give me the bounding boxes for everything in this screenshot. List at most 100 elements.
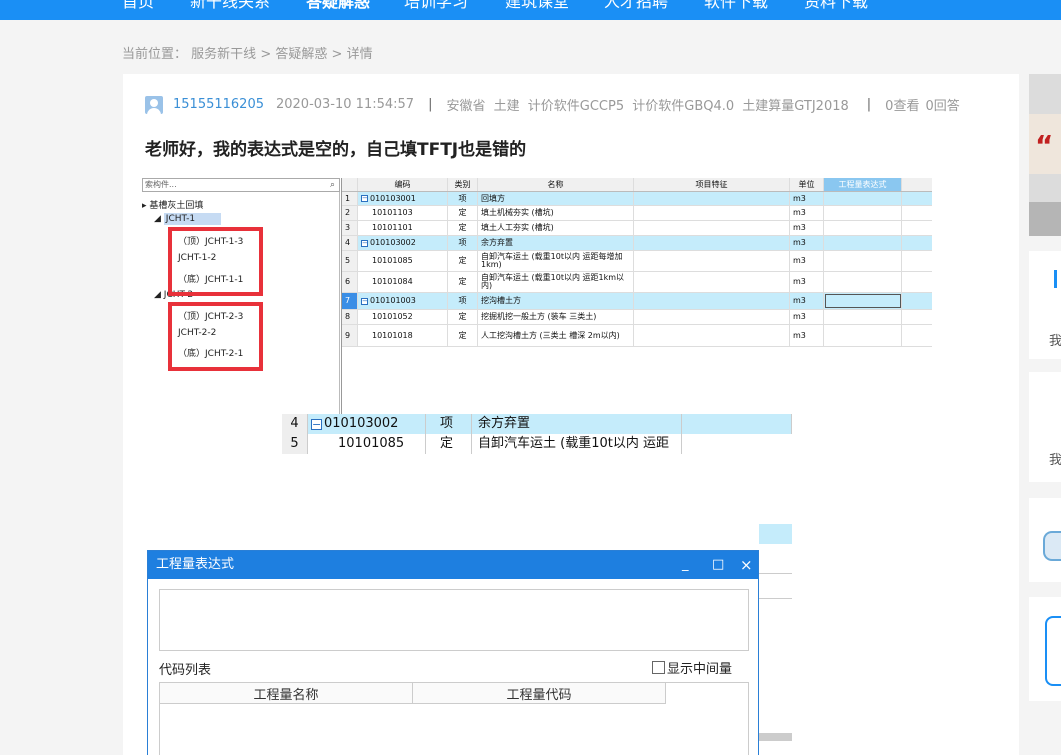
tree-group-1[interactable]: ◢ JCHT-1 — [154, 213, 222, 225]
table-row[interactable]: 6 10101084 定自卸汽车运土 (载重10t以内 运距1km以内) m3 — [342, 272, 932, 293]
breadcrumb-link-service[interactable]: 服务新干线 — [191, 47, 256, 62]
table-row[interactable]: 2 10101103 定填土机械夯实 (槽坑) m3 — [342, 206, 932, 221]
item-type: 定 — [448, 310, 478, 324]
dialog-titlebar[interactable]: 工程量表达式 _ □ × — [148, 551, 758, 579]
item-code: 10101101 — [372, 223, 413, 232]
close-button[interactable]: × — [740, 551, 753, 579]
minimize-button[interactable]: _ — [682, 551, 689, 579]
breadcrumb: 当前位置： 服务新干线 > 答疑解惑 > 详情 — [122, 43, 373, 62]
zoom-type: 定 — [426, 434, 472, 454]
item-unit: m3 — [790, 221, 824, 235]
zoom-name: 自卸汽车运土 (载重10t以内 运距 — [472, 434, 682, 454]
item-expression[interactable] — [824, 251, 902, 271]
col-feature: 项目特征 — [634, 178, 790, 191]
item-type: 定 — [448, 251, 478, 271]
zoom-code: 10101085 — [308, 434, 426, 454]
item-code: 10101018 — [372, 330, 413, 340]
scrollbar[interactable] — [759, 733, 792, 741]
item-code: 10101052 — [372, 312, 413, 321]
tag[interactable]: 土建 — [494, 99, 520, 114]
item-type: 定 — [448, 272, 478, 292]
maximize-button[interactable]: □ — [712, 551, 724, 579]
breadcrumb-link-qa[interactable]: 答疑解惑 — [275, 47, 327, 62]
post-datetime: 2020-03-10 11:54:57 — [275, 97, 415, 112]
item-expression[interactable] — [824, 206, 902, 220]
post-answers: 0回答 — [925, 99, 960, 114]
tree-search-input[interactable]: 索构件... ⌕ — [142, 178, 340, 192]
item-name: 挖掘机挖一般土方 (装车 三类土) — [478, 310, 634, 324]
item-expression[interactable] — [824, 192, 902, 205]
col-unit: 单位 — [790, 178, 824, 191]
breadcrumb-prefix: 当前位置： — [122, 47, 188, 62]
zoom-code-cell: −010103002 — [308, 414, 426, 434]
zoom-highlight-fragment — [759, 524, 792, 544]
tree-root[interactable]: ▸ 基槽灰土回填 — [142, 198, 203, 211]
item-type: 项 — [448, 293, 478, 309]
sidebar-card-icon — [1045, 616, 1061, 686]
nav-item-home[interactable]: 首页 — [122, 0, 154, 12]
item-expression[interactable] — [824, 272, 902, 292]
col-type: 类别 — [448, 178, 478, 191]
highlight-box — [168, 302, 263, 371]
col-quantity-name: 工程量名称 — [160, 683, 413, 704]
tag[interactable]: 土建算量GTJ2018 — [742, 99, 848, 114]
nav-item-software[interactable]: 软件下载 — [704, 0, 768, 12]
item-name: 余方弃置 — [478, 236, 634, 250]
item-name: 自卸汽车运土 (载重10t以内 运距每增加1km) — [478, 251, 634, 271]
row-number: 1 — [342, 192, 358, 205]
expression-input[interactable] — [159, 589, 749, 651]
item-feature — [634, 251, 790, 271]
tag[interactable]: 计价软件GBQ4.0 — [632, 99, 734, 114]
item-type: 定 — [448, 325, 478, 346]
item-expression[interactable] — [824, 236, 902, 250]
zoom-row: 4 −010103002 项 余方弃置 — [282, 414, 792, 434]
nav-item-docs[interactable]: 资料下载 — [804, 0, 868, 12]
checkbox-icon[interactable] — [652, 661, 665, 674]
code-cell: 10101101 — [358, 221, 448, 235]
table-row[interactable]: 3 10101101 定填土人工夯实 (槽坑) m3 — [342, 221, 932, 236]
table-row[interactable]: 7−010101003 项挖沟槽土方 m3 — [342, 293, 932, 310]
collapse-icon[interactable]: − — [361, 297, 368, 305]
banner-graphic: “ — [1035, 129, 1054, 162]
item-name: 填土人工夯实 (槽坑) — [478, 221, 634, 235]
sidebar-card-icon — [1054, 270, 1057, 288]
tag[interactable]: 计价软件GCCP5 — [528, 99, 624, 114]
item-expression[interactable] — [824, 325, 902, 346]
table-header: 编码 类别 名称 项目特征 单位 工程量表达式 — [342, 178, 932, 192]
item-code: 010101003 — [370, 296, 416, 305]
nav-item-training[interactable]: 培训学习 — [404, 0, 468, 12]
item-unit: m3 — [790, 325, 824, 346]
nav-item-qa[interactable]: 答疑解惑 — [306, 0, 370, 12]
table-row[interactable]: 8 10101052 定挖掘机挖一般土方 (装车 三类土) m3 — [342, 310, 932, 325]
item-unit: m3 — [790, 251, 824, 271]
item-expression[interactable] — [824, 293, 902, 309]
code-cell: −010103001 — [358, 192, 448, 205]
sidebar-banner[interactable]: “ — [1029, 74, 1061, 236]
component-tree: 索构件... ⌕ ▸ 基槽灰土回填 ◢ JCHT-1 （顶）JCHT-1-3 J… — [142, 178, 340, 418]
divider — [759, 598, 792, 599]
collapse-icon[interactable]: − — [361, 195, 368, 202]
search-icon: ⌕ — [329, 180, 335, 190]
item-type: 定 — [448, 206, 478, 220]
collapse-icon[interactable]: − — [361, 239, 368, 247]
item-expression[interactable] — [824, 310, 902, 324]
post-meta: 15155116205 2020-03-10 11:54:57 | 安徽省 土建… — [145, 95, 960, 114]
code-cell: 10101103 — [358, 206, 448, 220]
nav-item-classroom[interactable]: 建筑课堂 — [505, 0, 569, 12]
show-intermediate-checkbox[interactable]: 显示中间量 — [652, 658, 732, 677]
collapse-icon[interactable]: − — [311, 418, 322, 430]
table-row[interactable]: 1−010103001 项回填方 m3 — [342, 192, 932, 206]
item-feature — [634, 310, 790, 324]
row-number: 7 — [342, 293, 358, 309]
table-row[interactable]: 5 10101085 定自卸汽车运土 (载重10t以内 运距每增加1km) m3 — [342, 251, 932, 272]
nav-item-relations[interactable]: 新干线关系 — [190, 0, 270, 12]
item-expression[interactable] — [824, 221, 902, 235]
table-row[interactable]: 9 10101018 定人工挖沟槽土方 (三类土 槽深 2m以内) m3 — [342, 325, 932, 347]
post-user[interactable]: 15155116205 — [173, 97, 264, 112]
item-name: 填土机械夯实 (槽坑) — [478, 206, 634, 220]
item-feature — [634, 325, 790, 346]
post-views: 0查看 — [885, 99, 920, 114]
table-row[interactable]: 4−010103002 项余方弃置 m3 — [342, 236, 932, 251]
nav-item-jobs[interactable]: 人才招聘 — [604, 0, 668, 12]
post-region: 安徽省 — [446, 99, 486, 114]
